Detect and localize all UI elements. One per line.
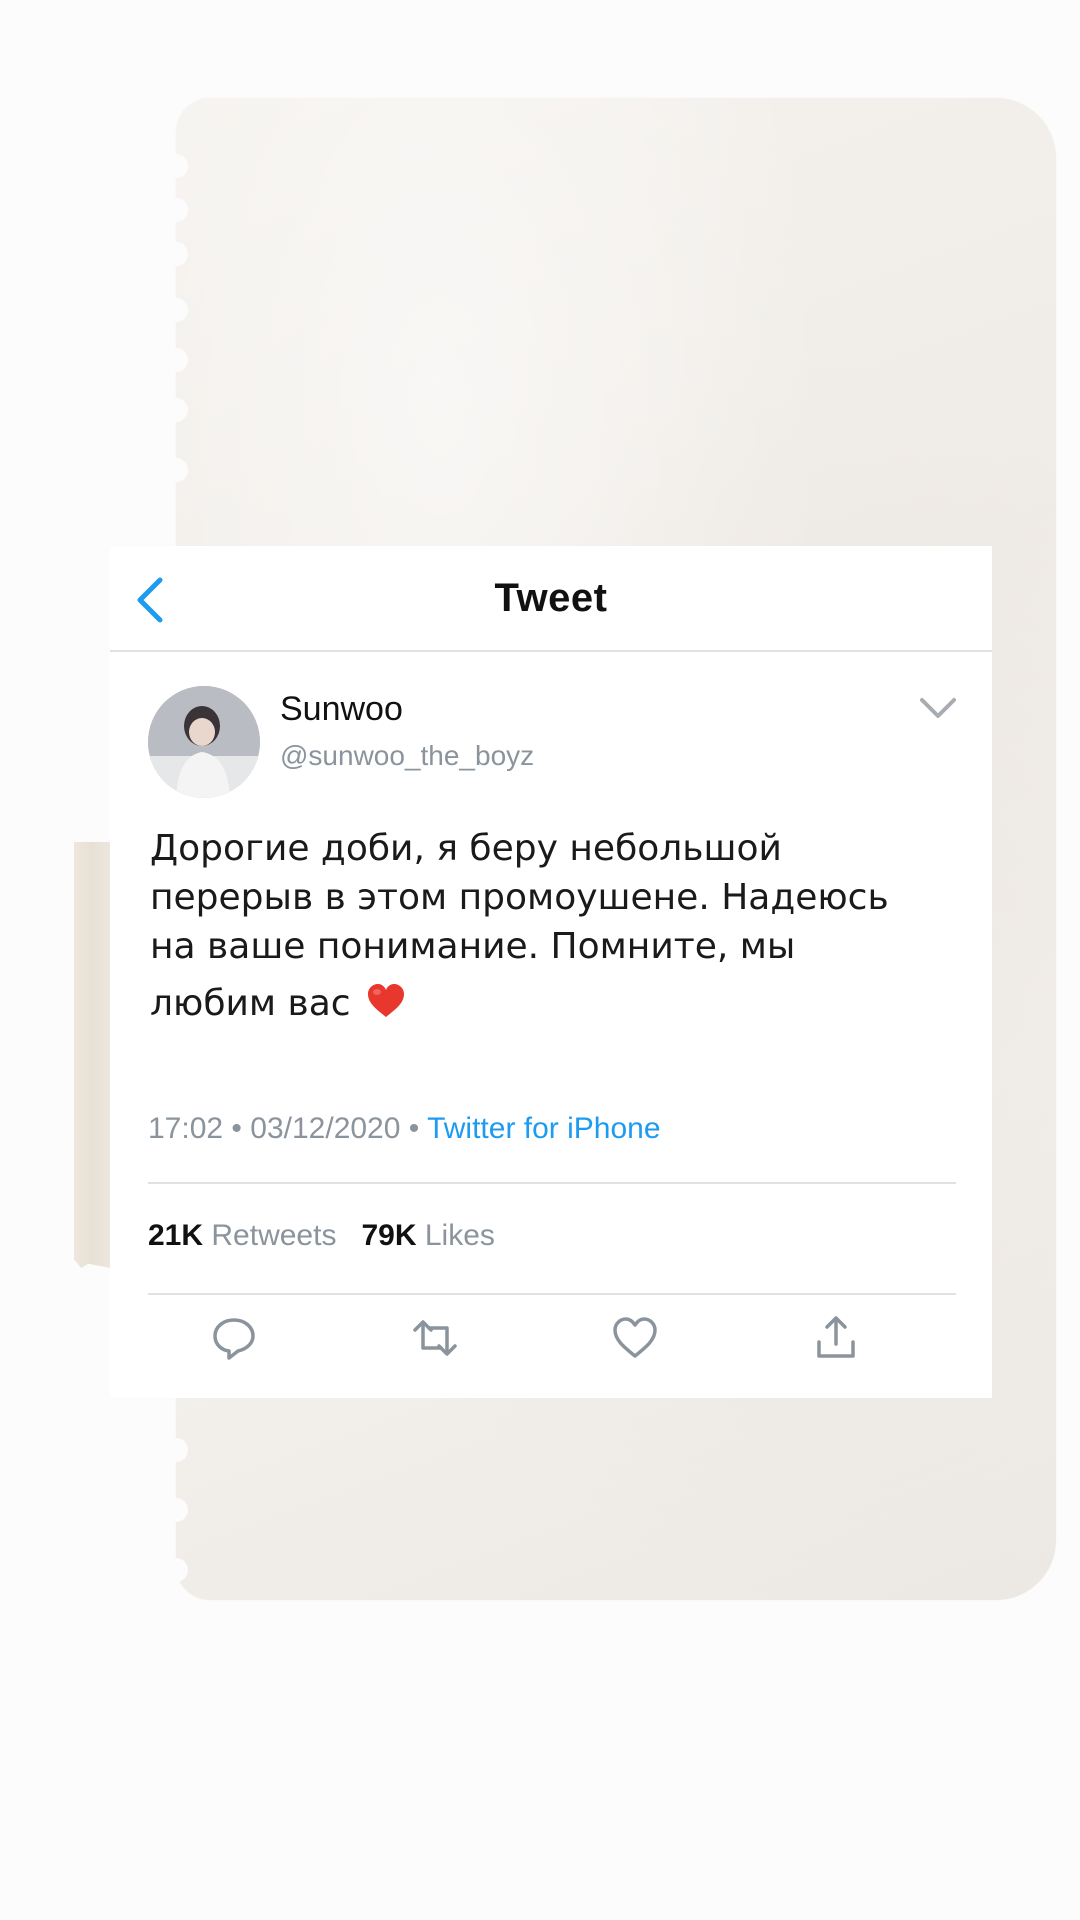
tape-strip — [74, 842, 110, 1268]
red-heart-emoji-icon — [366, 981, 406, 1021]
paper-tear-notch — [164, 1498, 188, 1522]
retweets-stat[interactable]: 21K Retweets — [148, 1219, 345, 1252]
paper-tear-notch — [164, 154, 188, 178]
likes-stat[interactable]: 79K Likes — [361, 1219, 494, 1252]
paper-tear-notch — [164, 1558, 188, 1582]
likes-count: 79K — [361, 1219, 417, 1252]
paper-tear-notch — [164, 398, 188, 422]
tweet-time: 17:02 — [148, 1112, 224, 1145]
tweet-source-link[interactable]: Twitter for iPhone — [427, 1112, 660, 1145]
author-name[interactable]: Sunwoo — [280, 690, 403, 729]
tweet-date: 03/12/2020 — [250, 1112, 401, 1145]
tweet-text: Дорогие доби, я беру небольшой перерыв в… — [150, 824, 970, 1028]
action-bar — [148, 1314, 956, 1374]
like-icon[interactable] — [611, 1314, 659, 1362]
share-icon[interactable] — [812, 1314, 860, 1362]
divider — [148, 1293, 956, 1295]
retweets-count: 21K — [148, 1219, 204, 1252]
retweet-icon[interactable] — [411, 1314, 459, 1362]
tweet-text-line: Дорогие доби, я беру небольшой — [150, 828, 782, 869]
chevron-down-icon[interactable] — [918, 694, 958, 724]
paper-tear-notch — [164, 298, 188, 322]
author-handle[interactable]: @sunwoo_the_boyz — [280, 740, 534, 772]
tweet-stats: 21K Retweets 79K Likes — [148, 1219, 495, 1253]
paper-tear-notch — [164, 1438, 188, 1462]
tweet-card: Tweet Sunwoo @sunwoo_the_boyz Дорогие до… — [110, 546, 992, 1398]
paper-tear-notch — [164, 348, 188, 372]
tweet-text-line: перерыв в этом промоушене. Надеюсь — [150, 877, 889, 918]
paper-tear-notch — [164, 198, 188, 222]
tweet-text-line: любим вас — [150, 983, 351, 1024]
tweet-meta: 17:02 • 03/12/2020 • Twitter for iPhone — [148, 1112, 661, 1146]
paper-tear-notch — [164, 242, 188, 266]
avatar[interactable] — [148, 686, 260, 798]
page-title: Tweet — [494, 576, 608, 620]
tweet-text-line: на ваше понимание. Помните, мы — [150, 926, 796, 967]
divider — [148, 1182, 956, 1184]
nav-bar: Tweet — [110, 546, 992, 652]
paper-tear-notch — [164, 458, 188, 482]
tweet-text-line-last: любим вас — [150, 979, 970, 1028]
meta-separator: • — [408, 1112, 420, 1145]
retweets-label: Retweets — [211, 1219, 337, 1252]
meta-separator: • — [231, 1112, 242, 1145]
likes-label: Likes — [424, 1219, 495, 1252]
reply-icon[interactable] — [210, 1314, 258, 1362]
